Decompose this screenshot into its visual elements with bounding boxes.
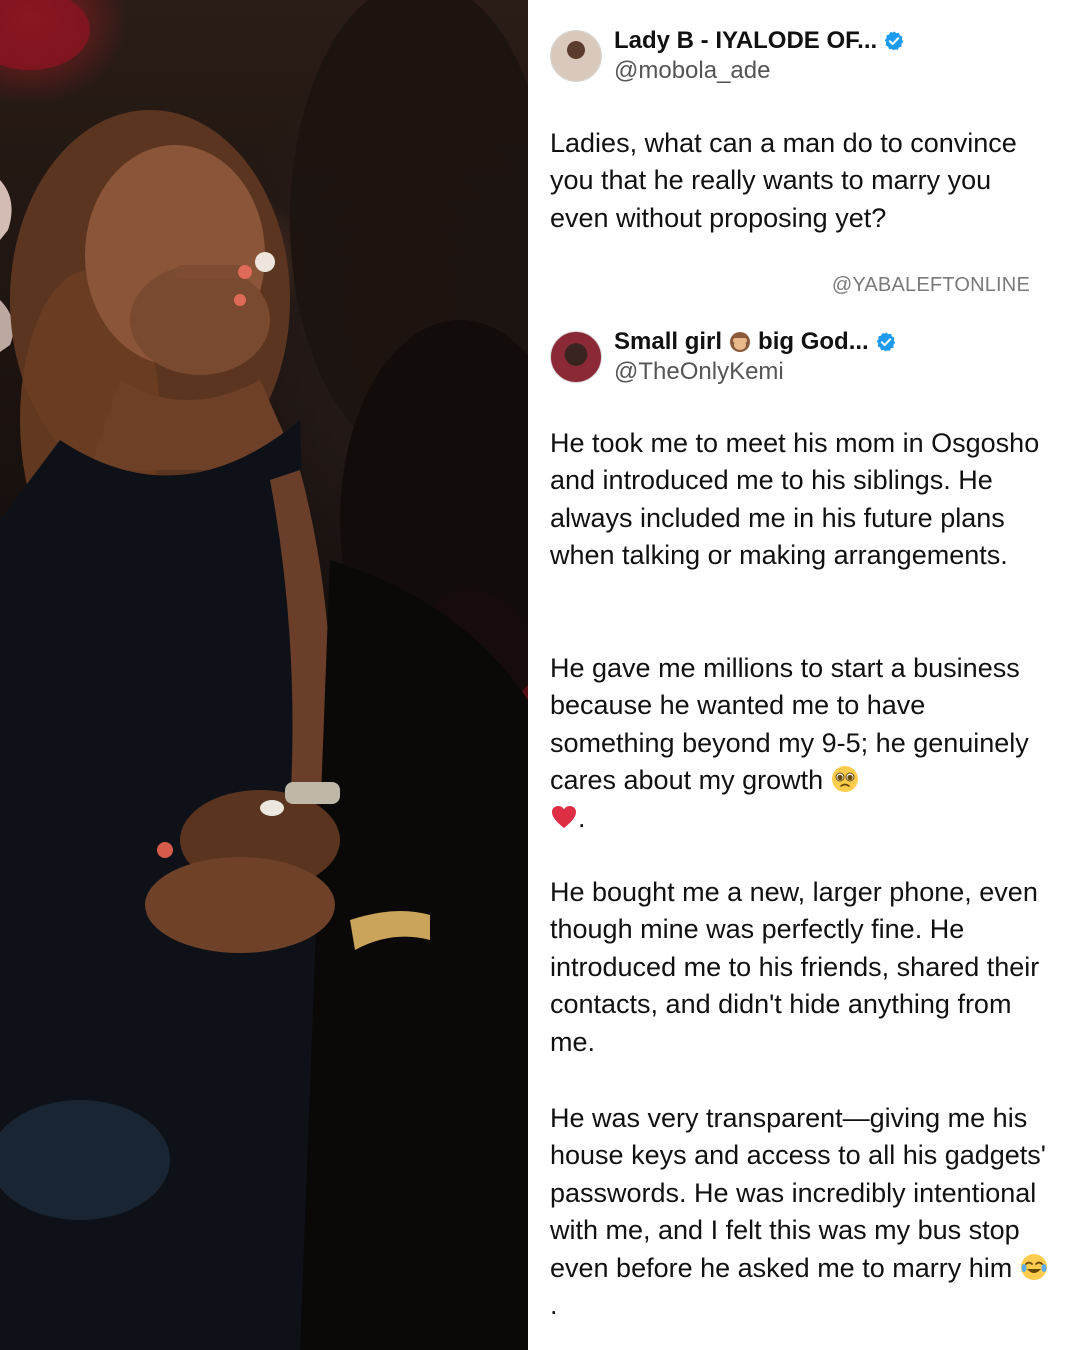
tweet-1-handle[interactable]: @mobola_ade	[614, 57, 905, 85]
see-no-evil-monkey-icon	[730, 331, 751, 352]
verified-check-icon	[876, 332, 895, 352]
pleading-face-icon	[831, 766, 858, 793]
tweet-1-display-name[interactable]: Lady B - IYALODE OF...	[614, 27, 877, 55]
proposal-photo	[0, 0, 528, 1350]
tweet-2-paragraph-4: He was very transparent—giving me his ho…	[550, 1100, 1050, 1324]
tweet-2-paragraph-2: He gave me millions to start a business …	[550, 650, 1050, 837]
verified-check-icon	[884, 31, 904, 51]
tears-of-joy-icon	[1020, 1253, 1047, 1280]
tweet-2-paragraph-2-tail: .	[578, 802, 586, 833]
tweet-2-paragraph-4-tail: .	[550, 1290, 558, 1321]
tweet-2-paragraph-2-text: He gave me millions to start a business …	[550, 653, 1029, 796]
tweet-2-display-name-part2[interactable]: big God...	[758, 328, 869, 356]
tweet-2-paragraph-4-text: He was very transparent—giving me his ho…	[550, 1103, 1046, 1283]
red-heart-icon	[552, 805, 576, 828]
tweets-panel: Lady B - IYALODE OF... @mobola_ade Ladie…	[528, 0, 1080, 1350]
tweet-2-handle[interactable]: @TheOnlyKemi	[614, 358, 897, 386]
tweet-1-text: Ladies, what can a man do to convince yo…	[550, 128, 1017, 233]
watermark: @YABALEFTONLINE	[831, 274, 1030, 296]
tweet-2-paragraph-1: He took me to meet his mom in Osgosho an…	[550, 428, 1040, 571]
tweet-2-header: Small girl big God... @TheOnlyKemi	[550, 328, 897, 385]
tweet-1-header: Lady B - IYALODE OF... @mobola_ade	[550, 27, 905, 84]
tweet-1-avatar[interactable]	[550, 29, 602, 82]
tweet-2-display-name-part1[interactable]: Small girl	[614, 328, 722, 356]
tweet-2-avatar[interactable]	[550, 330, 602, 383]
photo-illustration	[0, 0, 528, 1350]
tweet-2-paragraph-3: He bought me a new, larger phone, even t…	[550, 877, 1040, 1057]
